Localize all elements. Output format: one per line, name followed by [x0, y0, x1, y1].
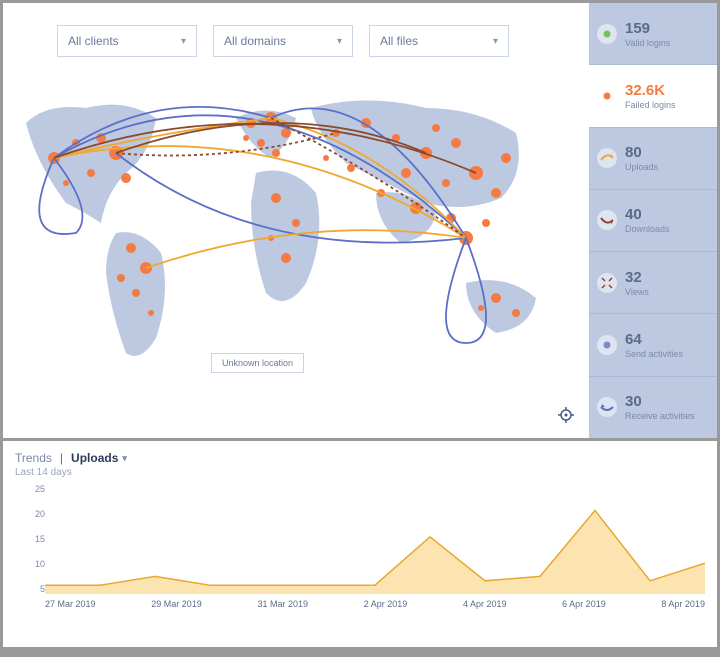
stat-label: Views: [625, 287, 649, 297]
dot-icon: [597, 86, 617, 106]
x-tick: 29 Mar 2019: [151, 599, 202, 609]
trends-selected: Uploads: [71, 451, 118, 465]
trends-selector[interactable]: Uploads ▾: [71, 451, 127, 465]
map-area: All clients ▾ All domains ▾ All files ▾: [3, 3, 589, 438]
chevron-down-icon: ▾: [122, 453, 127, 464]
stat-uploads[interactable]: 80Uploads: [589, 127, 717, 189]
filter-files-label: All files: [380, 34, 418, 48]
map-panel: All clients ▾ All domains ▾ All files ▾: [3, 3, 717, 438]
filter-domains[interactable]: All domains ▾: [213, 25, 353, 57]
trends-chart: 252015105 27 Mar 201929 Mar 201931 Mar 2…: [15, 484, 705, 634]
x-tick: 6 Apr 2019: [562, 599, 606, 609]
stat-label: Send activities: [625, 349, 683, 359]
stat-downloads[interactable]: 40Downloads: [589, 189, 717, 251]
stat-value: 32: [625, 269, 649, 286]
filter-domains-label: All domains: [224, 34, 286, 48]
separator: |: [60, 451, 63, 465]
y-tick: 10: [35, 559, 45, 569]
filter-files[interactable]: All files ▾: [369, 25, 509, 57]
x-tick: 27 Mar 2019: [45, 599, 96, 609]
stat-label: Downloads: [625, 224, 670, 234]
stat-label: Uploads: [625, 162, 658, 172]
chevron-down-icon: ▾: [181, 36, 186, 47]
chart-plot: [45, 484, 705, 594]
arrow-up-icon: [597, 148, 617, 168]
y-axis: 252015105: [15, 484, 45, 594]
stat-receive-activities[interactable]: 30Receive activities: [589, 376, 717, 438]
world-map[interactable]: [3, 63, 589, 393]
chevron-down-icon: ▾: [493, 36, 498, 47]
receive-icon: [597, 397, 617, 417]
x-tick: 4 Apr 2019: [463, 599, 507, 609]
chevron-down-icon: ▾: [337, 36, 342, 47]
stat-send-activities[interactable]: 64Send activities: [589, 313, 717, 375]
stat-value: 32.6K: [625, 82, 676, 99]
stat-views[interactable]: 32Views: [589, 251, 717, 313]
dot-icon: [597, 24, 617, 44]
stats-sidebar: 159Valid logins32.6KFailed logins80Uploa…: [589, 3, 717, 438]
stat-value: 80: [625, 144, 658, 161]
stat-label: Receive activities: [625, 411, 695, 421]
x-tick: 31 Mar 2019: [257, 599, 308, 609]
y-tick: 25: [35, 484, 45, 494]
trends-label: Trends: [15, 451, 52, 465]
y-tick: 20: [35, 509, 45, 519]
y-tick: 15: [35, 534, 45, 544]
x-tick: 8 Apr 2019: [661, 599, 705, 609]
expand-icon: [597, 273, 617, 293]
stat-value: 64: [625, 331, 683, 348]
unknown-location-badge: Unknown location: [211, 353, 304, 373]
stat-value: 159: [625, 20, 670, 37]
trends-panel: Trends | Uploads ▾ Last 14 days 25 20 15 10…: [3, 441, 717, 647]
filter-bar: All clients ▾ All domains ▾ All files ▾: [57, 25, 509, 57]
dot-icon: [597, 335, 617, 355]
x-axis: 27 Mar 2019 29 Mar 2019 31 Mar 2019 2 Apr 2…: [45, 599, 705, 609]
filter-clients-label: All clients: [68, 34, 119, 48]
crosshair-icon: [557, 406, 575, 424]
filter-clients[interactable]: All clients ▾: [57, 25, 197, 57]
stat-value: 40: [625, 206, 670, 223]
trends-subtitle: Last 14 days: [15, 467, 705, 478]
stat-label: Valid logins: [625, 38, 670, 48]
stat-value: 30: [625, 393, 695, 410]
stat-failed-logins[interactable]: 32.6KFailed logins: [589, 64, 717, 126]
stat-label: Failed logins: [625, 100, 676, 110]
x-tick: 2 Apr 2019: [364, 599, 408, 609]
locate-button[interactable]: [555, 404, 577, 426]
arrow-down-icon: [597, 210, 617, 230]
trends-header: Trends | Uploads ▾: [15, 451, 705, 465]
stat-valid-logins[interactable]: 159Valid logins: [589, 3, 717, 64]
